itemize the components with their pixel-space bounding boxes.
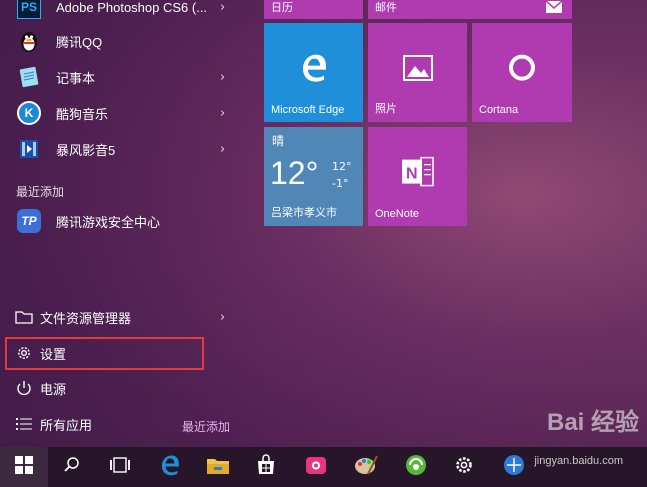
weather-city: 吕梁市孝义市 (271, 207, 337, 219)
mail-tile[interactable]: 邮件 (368, 0, 572, 19)
onenote-icon: N (401, 156, 435, 190)
chevron-right-icon[interactable]: › (220, 106, 225, 121)
search-icon (63, 456, 81, 478)
svg-text:N: N (406, 165, 418, 182)
green-app-icon (405, 454, 427, 480)
edge-tile-label: Microsoft Edge (271, 104, 345, 116)
windows-start-icon (15, 456, 33, 478)
taskbar-store[interactable] (242, 447, 290, 487)
edge-icon (159, 454, 181, 480)
taskbar-edge[interactable] (146, 447, 194, 487)
app-label: 记事本 (56, 70, 96, 86)
taskbar (0, 447, 647, 487)
app-item-tencent-game-security[interactable]: TP 腾讯游戏安全中心 (0, 203, 245, 239)
taskbar-file-explorer[interactable] (194, 447, 242, 487)
chevron-right-icon[interactable]: › (220, 70, 225, 85)
app-label: Adobe Photoshop CS6 (... (56, 0, 208, 15)
calendar-tile-label: 日历 (271, 2, 293, 14)
qq-penguin-icon (17, 29, 41, 53)
notepad-icon (17, 65, 41, 89)
task-view-icon (109, 456, 131, 478)
watermark-logo: Bai 经验 (546, 409, 639, 436)
photos-icon (402, 54, 433, 85)
app-item-photoshop[interactable]: PS Adobe Photoshop CS6 (... › (0, 0, 245, 25)
task-view-button[interactable] (96, 447, 144, 487)
app-label: 腾讯QQ (56, 34, 103, 50)
weather-temperature: 12° (270, 155, 319, 191)
chevron-right-icon[interactable]: › (220, 310, 225, 325)
baofeng-icon (17, 137, 41, 161)
store-icon (255, 454, 277, 480)
mail-tile-label: 邮件 (375, 2, 397, 14)
photoshop-icon: PS (17, 0, 41, 19)
weather-tile[interactable]: 晴 12° 12° -1° 吕梁市孝义市 (264, 127, 363, 226)
file-explorer-item[interactable]: 文件资源管理器 › (0, 301, 245, 333)
taskbar-browser[interactable] (490, 447, 538, 487)
app-label: 腾讯游戏安全中心 (56, 214, 161, 230)
recently-added-link[interactable]: 最近添加 (182, 418, 230, 435)
chevron-right-icon[interactable]: › (220, 142, 225, 157)
taskbar-green-app[interactable] (392, 447, 440, 487)
weather-condition: 晴 (272, 134, 285, 148)
settings-highlight-box (5, 337, 204, 370)
power-icon (14, 378, 34, 398)
weather-low: -1° (332, 177, 349, 190)
photos-tile[interactable]: 照片 (368, 23, 467, 122)
app-item-kugou[interactable]: K 酷狗音乐 › (0, 95, 245, 131)
app-item-baofeng[interactable]: 暴风影音5 › (0, 131, 245, 167)
all-apps-label: 所有应用 (40, 417, 93, 433)
start-button[interactable] (0, 447, 48, 487)
onenote-tile[interactable]: N OneNote (368, 127, 467, 226)
gear-icon (454, 455, 474, 479)
app-label: 酷狗音乐 (56, 106, 109, 122)
edge-tile[interactable]: Microsoft Edge (264, 23, 363, 122)
browser-icon (503, 454, 525, 480)
kugou-icon: K (17, 101, 41, 125)
chevron-right-icon[interactable]: › (220, 0, 225, 15)
cortana-tile[interactable]: Cortana (472, 23, 572, 122)
start-menu: PS Adobe Photoshop CS6 (... › 腾讯QQ 记事本 ›… (0, 0, 647, 447)
cortana-ring-icon (507, 52, 537, 86)
app-item-qq[interactable]: 腾讯QQ (0, 23, 245, 59)
file-explorer-icon (14, 307, 34, 327)
search-button[interactable] (48, 447, 96, 487)
taskbar-settings[interactable] (440, 447, 488, 487)
power-item[interactable]: 电源 (0, 372, 245, 404)
tencent-game-security-icon: TP (17, 209, 41, 233)
taskbar-paint[interactable] (342, 447, 390, 487)
recent-section-heading: 最近添加 (16, 185, 65, 199)
app-item-notepad[interactable]: 记事本 › (0, 59, 245, 95)
cortana-tile-label: Cortana (479, 104, 519, 116)
all-apps-icon (14, 414, 34, 434)
file-explorer-label: 文件资源管理器 (40, 310, 132, 326)
taskbar-pink-app[interactable] (292, 447, 340, 487)
file-explorer-icon (206, 455, 230, 479)
edge-logo-icon (299, 52, 329, 86)
photos-tile-label: 照片 (375, 103, 397, 115)
calendar-tile[interactable]: 日历 (264, 0, 363, 19)
power-label: 电源 (40, 381, 67, 397)
app-icon (305, 454, 327, 480)
watermark-url: jingyan.baidu.com (534, 455, 623, 467)
onenote-tile-label: OneNote (375, 208, 420, 220)
weather-high: 12° (332, 160, 352, 173)
app-label: 暴风影音5 (56, 142, 116, 158)
mail-icon (545, 0, 563, 17)
paint-icon (354, 454, 378, 480)
